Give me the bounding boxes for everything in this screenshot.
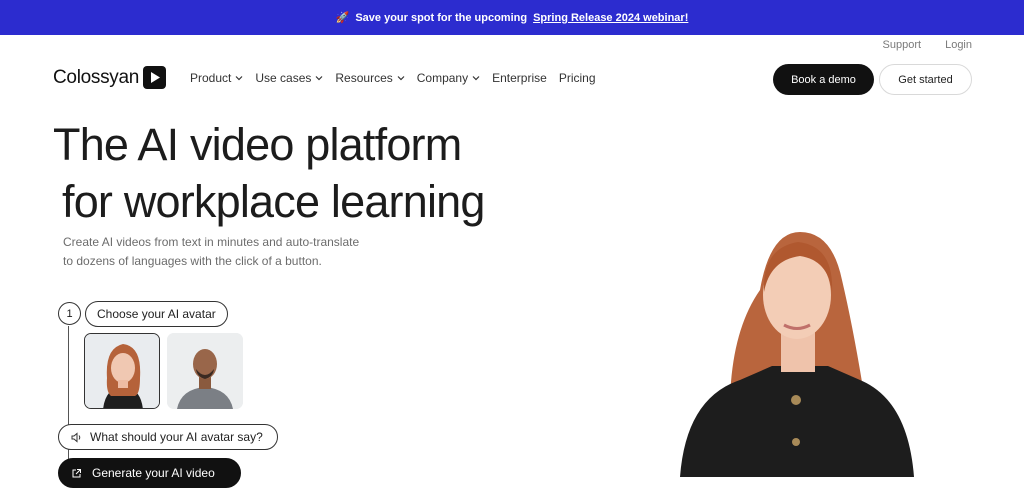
rocket-icon: 🚀 xyxy=(335,12,350,24)
female-avatar-image xyxy=(85,334,159,408)
main-nav: Product Use cases Resources Company Ente… xyxy=(190,71,596,85)
choose-avatar-label: Choose your AI avatar xyxy=(85,301,228,327)
book-demo-button[interactable]: Book a demo xyxy=(773,64,874,95)
nav-label: Use cases xyxy=(255,71,312,85)
nav-item-resources[interactable]: Resources xyxy=(335,71,405,85)
nav-label: Pricing xyxy=(558,71,596,85)
avatar-script-text: What should your AI avatar say? xyxy=(90,430,263,444)
male-avatar-option[interactable] xyxy=(167,333,243,409)
logo[interactable]: Colossyan xyxy=(53,66,167,89)
nav-item-company[interactable]: Company xyxy=(417,71,480,85)
speaker-icon xyxy=(71,431,81,443)
hero-title-line2: for workplace learning xyxy=(62,176,485,227)
banner-webinar-link[interactable]: Spring Release 2024 webinar! xyxy=(533,12,688,24)
nav-label: Product xyxy=(190,71,232,85)
hero-subtitle-line1: Create AI videos from text in minutes an… xyxy=(63,235,360,249)
support-link[interactable]: Support xyxy=(883,39,922,51)
nav-item-pricing[interactable]: Pricing xyxy=(559,71,596,85)
get-started-button[interactable]: Get started xyxy=(879,64,972,95)
hero-title: The AI video platform for workplace lear… xyxy=(53,116,485,230)
chevron-down-icon xyxy=(315,76,323,81)
nav-item-use-cases[interactable]: Use cases xyxy=(255,71,323,85)
hero-subtitle: Create AI videos from text in minutes an… xyxy=(63,233,393,271)
chevron-down-icon xyxy=(235,76,243,81)
logo-text: Colossyan xyxy=(53,66,140,88)
hero-title-line1: The AI video platform xyxy=(53,119,462,170)
chevron-down-icon xyxy=(472,76,480,81)
chevron-down-icon xyxy=(397,76,405,81)
step-number-badge: 1 xyxy=(58,302,81,325)
login-link[interactable]: Login xyxy=(945,39,972,51)
generate-video-button[interactable]: Generate your AI video xyxy=(58,458,241,488)
nav-label: Company xyxy=(416,71,469,85)
generate-video-label: Generate your AI video xyxy=(92,466,215,480)
male-avatar-image xyxy=(167,333,243,409)
nav-label: Resources xyxy=(335,71,393,85)
hero-subtitle-line2: to dozens of languages with the click of… xyxy=(63,254,322,268)
banner-text: Save your spot for the upcoming xyxy=(355,11,528,24)
nav-item-product[interactable]: Product xyxy=(190,71,243,85)
play-mark-icon xyxy=(143,66,167,89)
utility-links: Support Login xyxy=(883,39,972,51)
female-avatar-option[interactable] xyxy=(84,333,160,409)
nav-item-enterprise[interactable]: Enterprise xyxy=(492,71,547,85)
nav-label: Enterprise xyxy=(492,71,547,85)
avatar-script-label: What should your AI avatar say? xyxy=(58,424,278,450)
ai-presenter-image xyxy=(680,232,914,477)
announcement-banner: 🚀 Save your spot for the upcoming Spring… xyxy=(0,0,1024,35)
